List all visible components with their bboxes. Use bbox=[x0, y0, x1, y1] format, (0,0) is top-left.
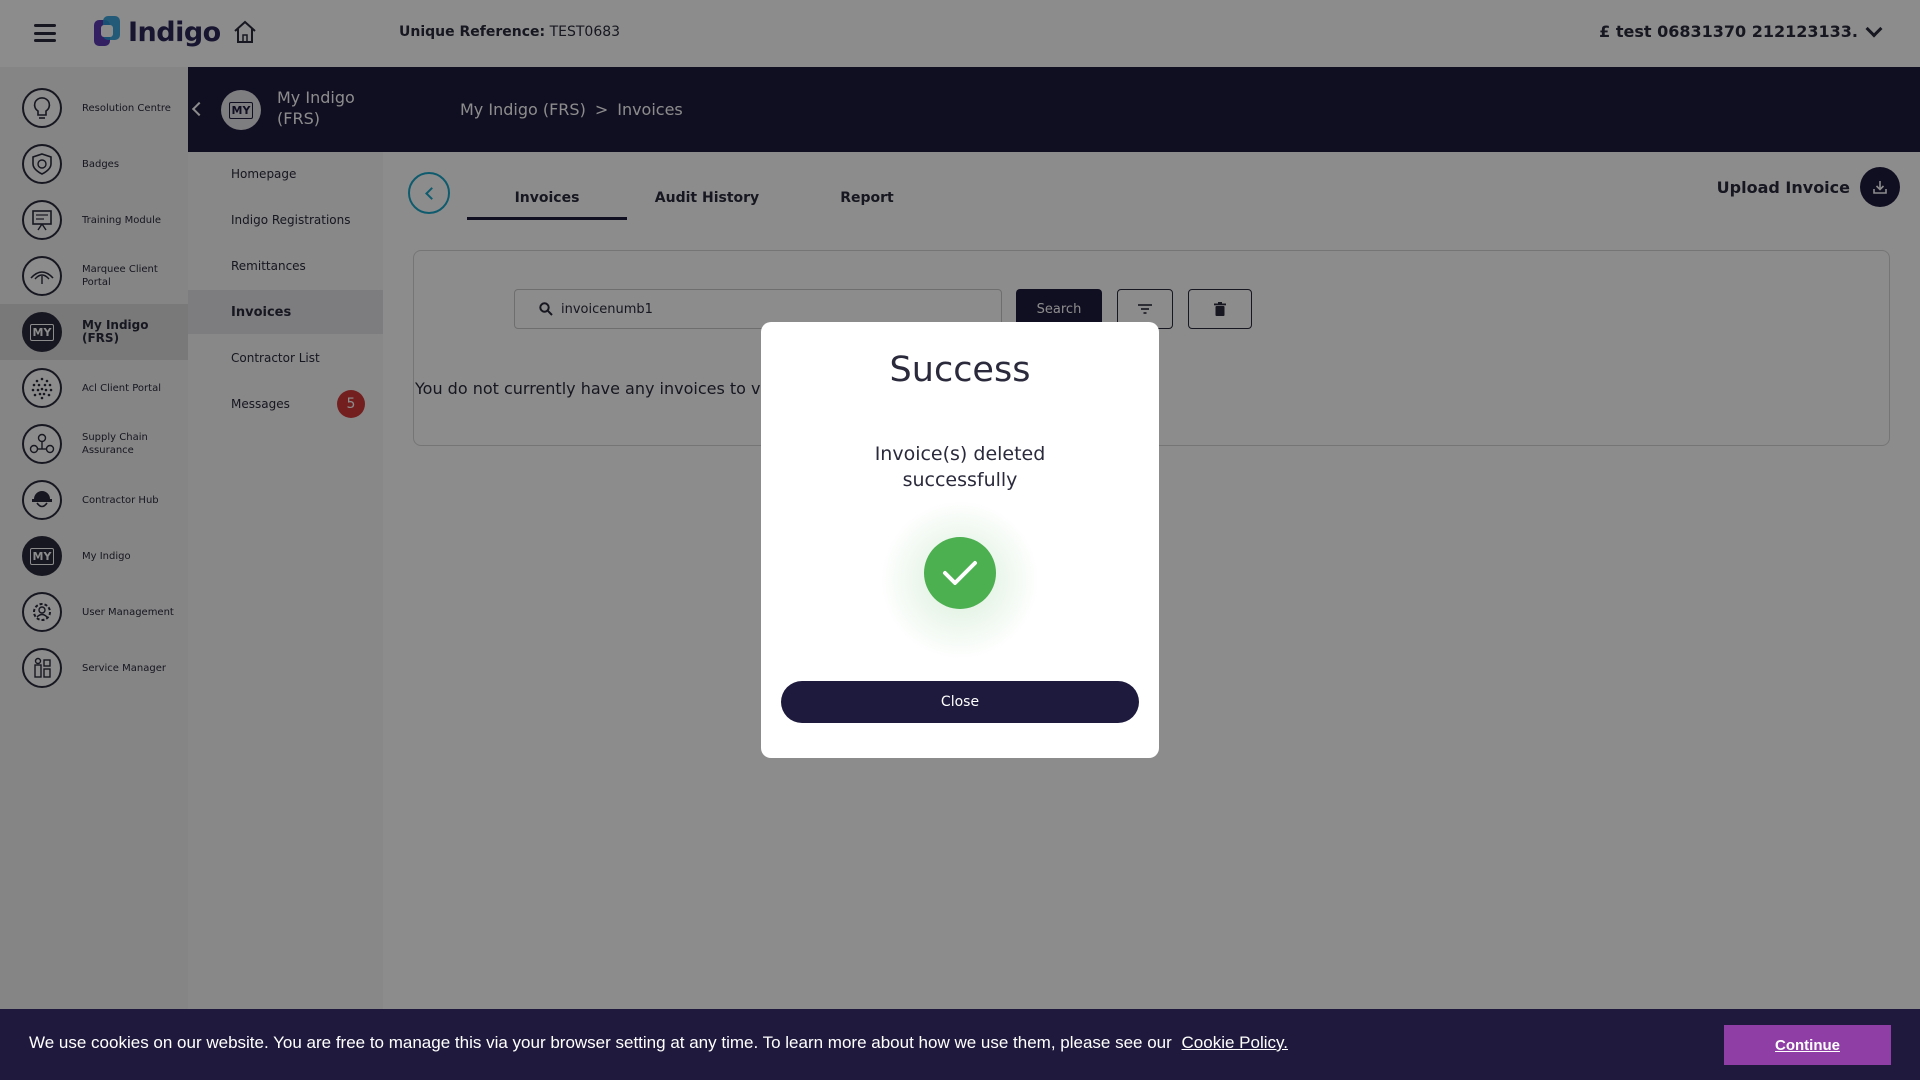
dialog-title: Success bbox=[889, 350, 1031, 390]
cookie-text-wrapper: We use cookies on our website. You are f… bbox=[29, 1033, 1288, 1053]
checkmark-icon bbox=[924, 537, 996, 609]
close-button[interactable]: Close bbox=[781, 681, 1139, 723]
cookie-policy-link[interactable]: Cookie Policy. bbox=[1182, 1033, 1288, 1052]
dialog-message: Invoice(s) deleted successfully bbox=[874, 443, 1046, 491]
cookie-message: We use cookies on our website. You are f… bbox=[29, 1033, 1172, 1052]
continue-button[interactable]: Continue bbox=[1724, 1025, 1891, 1065]
success-dialog: Success Invoice(s) deleted successfully … bbox=[761, 322, 1159, 758]
cookie-banner: We use cookies on our website. You are f… bbox=[0, 1009, 1920, 1080]
